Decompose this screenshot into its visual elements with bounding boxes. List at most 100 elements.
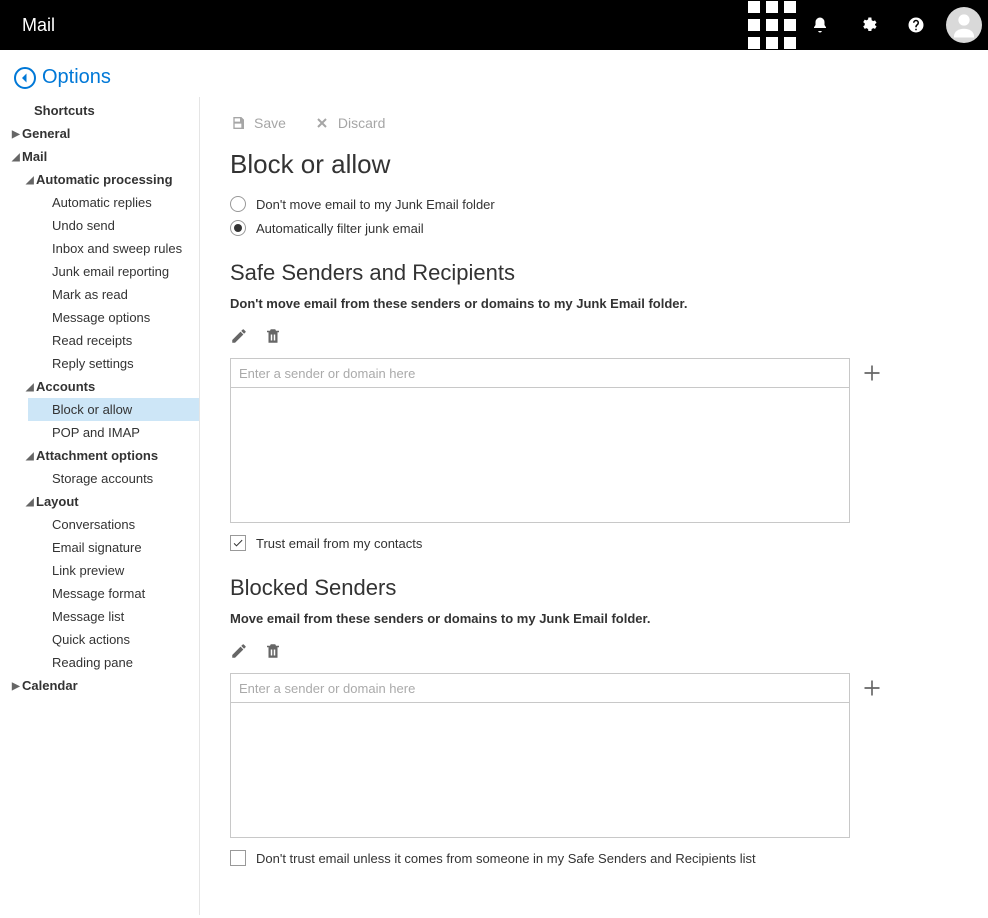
plus-icon [862,678,882,698]
sidebar-email-signature[interactable]: Email signature [28,536,199,559]
sidebar-mail-label: Mail [22,149,47,164]
bell-icon [811,16,829,34]
sidebar-layout[interactable]: ◢Layout [14,490,199,513]
discard-button[interactable]: Discard [314,115,385,131]
back-button[interactable] [14,67,36,89]
radio-no-move-label: Don't move email to my Junk Email folder [256,197,495,212]
account-button[interactable] [940,0,988,50]
safe-sender-input[interactable] [230,358,850,388]
help-button[interactable] [892,0,940,50]
sidebar-inbox-sweep-rules[interactable]: Inbox and sweep rules [28,237,199,260]
pencil-icon [230,327,248,345]
sidebar-block-or-allow[interactable]: Block or allow [28,398,199,421]
options-title: Options [42,66,111,89]
sidebar-item-label: Accounts [36,379,95,394]
radio-no-move[interactable] [230,196,246,212]
discard-label: Discard [338,115,385,131]
radio-auto-filter-label: Automatically filter junk email [256,221,424,236]
app-title: Mail [22,15,55,36]
safe-add-button[interactable] [860,361,884,385]
blocked-delete-button[interactable] [264,642,282,665]
help-icon [907,16,925,34]
sidebar-undo-send[interactable]: Undo send [28,214,199,237]
chevron-right-icon: ▶ [12,129,22,140]
chevron-down-icon: ◢ [26,451,36,462]
sidebar-calendar-label: Calendar [22,678,78,693]
only-safe-label: Don't trust email unless it comes from s… [256,851,756,866]
blocked-senders-title: Blocked Senders [230,575,958,601]
safe-senders-toolbar [230,327,958,350]
sidebar-item-label: Layout [36,494,79,509]
save-button[interactable]: Save [230,115,286,131]
sidebar-message-format[interactable]: Message format [28,582,199,605]
sidebar-automatic-replies[interactable]: Automatic replies [28,191,199,214]
only-safe-checkbox[interactable] [230,850,246,866]
sidebar-junk-email-reporting[interactable]: Junk email reporting [28,260,199,283]
blocked-input-row [230,673,958,703]
avatar-icon [946,7,982,43]
app-launcher-icon [748,1,796,49]
sidebar-automatic-processing[interactable]: ◢Automatic processing [14,168,199,191]
pencil-icon [230,642,248,660]
settings-button[interactable] [844,0,892,50]
chevron-right-icon: ▶ [12,681,22,692]
app-header: Mail [0,0,988,50]
trash-icon [264,642,282,660]
options-header: Options [0,50,988,97]
safe-senders-list[interactable] [230,388,850,523]
close-icon [314,115,330,131]
blocked-edit-button[interactable] [230,642,248,665]
safe-senders-editor: Trust email from my contacts [230,327,958,551]
sidebar-general[interactable]: ▶General [0,122,199,145]
gear-icon [859,16,877,34]
sidebar-storage-accounts[interactable]: Storage accounts [28,467,199,490]
sidebar-accounts[interactable]: ◢Accounts [14,375,199,398]
radio-no-move-row[interactable]: Don't move email to my Junk Email folder [230,196,958,212]
sidebar-conversations[interactable]: Conversations [28,513,199,536]
blocked-sender-input[interactable] [230,673,850,703]
app-launcher-button[interactable] [748,0,796,50]
trust-contacts-checkbox[interactable] [230,535,246,551]
sidebar-reading-pane[interactable]: Reading pane [28,651,199,674]
notifications-button[interactable] [796,0,844,50]
page-title: Block or allow [230,149,958,180]
chevron-down-icon: ◢ [26,382,36,393]
sidebar-shortcuts[interactable]: Shortcuts [0,99,199,122]
sidebar-message-list[interactable]: Message list [28,605,199,628]
chevron-down-icon: ◢ [12,152,22,163]
save-label: Save [254,115,286,131]
options-sidebar: Shortcuts ▶General ◢Mail ◢Automatic proc… [0,97,200,915]
check-icon [232,537,244,549]
only-safe-row[interactable]: Don't trust email unless it comes from s… [230,850,958,866]
blocked-senders-toolbar [230,642,958,665]
radio-auto-filter-row[interactable]: Automatically filter junk email [230,220,958,236]
safe-input-row [230,358,958,388]
chevron-down-icon: ◢ [26,497,36,508]
sidebar-quick-actions[interactable]: Quick actions [28,628,199,651]
safe-senders-title: Safe Senders and Recipients [230,260,958,286]
blocked-senders-list[interactable] [230,703,850,838]
trash-icon [264,327,282,345]
sidebar-read-receipts[interactable]: Read receipts [28,329,199,352]
sidebar-attachment-options[interactable]: ◢Attachment options [14,444,199,467]
sidebar-mark-as-read[interactable]: Mark as read [28,283,199,306]
sidebar-mail[interactable]: ◢Mail [0,145,199,168]
save-icon [230,115,246,131]
trust-contacts-row[interactable]: Trust email from my contacts [230,535,958,551]
sidebar-general-label: General [22,126,70,141]
sidebar-item-label: Attachment options [36,448,158,463]
chevron-down-icon: ◢ [26,175,36,186]
sidebar-reply-settings[interactable]: Reply settings [28,352,199,375]
safe-edit-button[interactable] [230,327,248,350]
sidebar-calendar[interactable]: ▶Calendar [0,674,199,697]
safe-delete-button[interactable] [264,327,282,350]
safe-senders-desc: Don't move email from these senders or d… [230,296,958,311]
radio-auto-filter[interactable] [230,220,246,236]
sidebar-link-preview[interactable]: Link preview [28,559,199,582]
sidebar-item-label: Automatic processing [36,172,173,187]
sidebar-pop-imap[interactable]: POP and IMAP [28,421,199,444]
sidebar-message-options[interactable]: Message options [28,306,199,329]
trust-contacts-label: Trust email from my contacts [256,536,422,551]
blocked-senders-desc: Move email from these senders or domains… [230,611,958,626]
blocked-add-button[interactable] [860,676,884,700]
